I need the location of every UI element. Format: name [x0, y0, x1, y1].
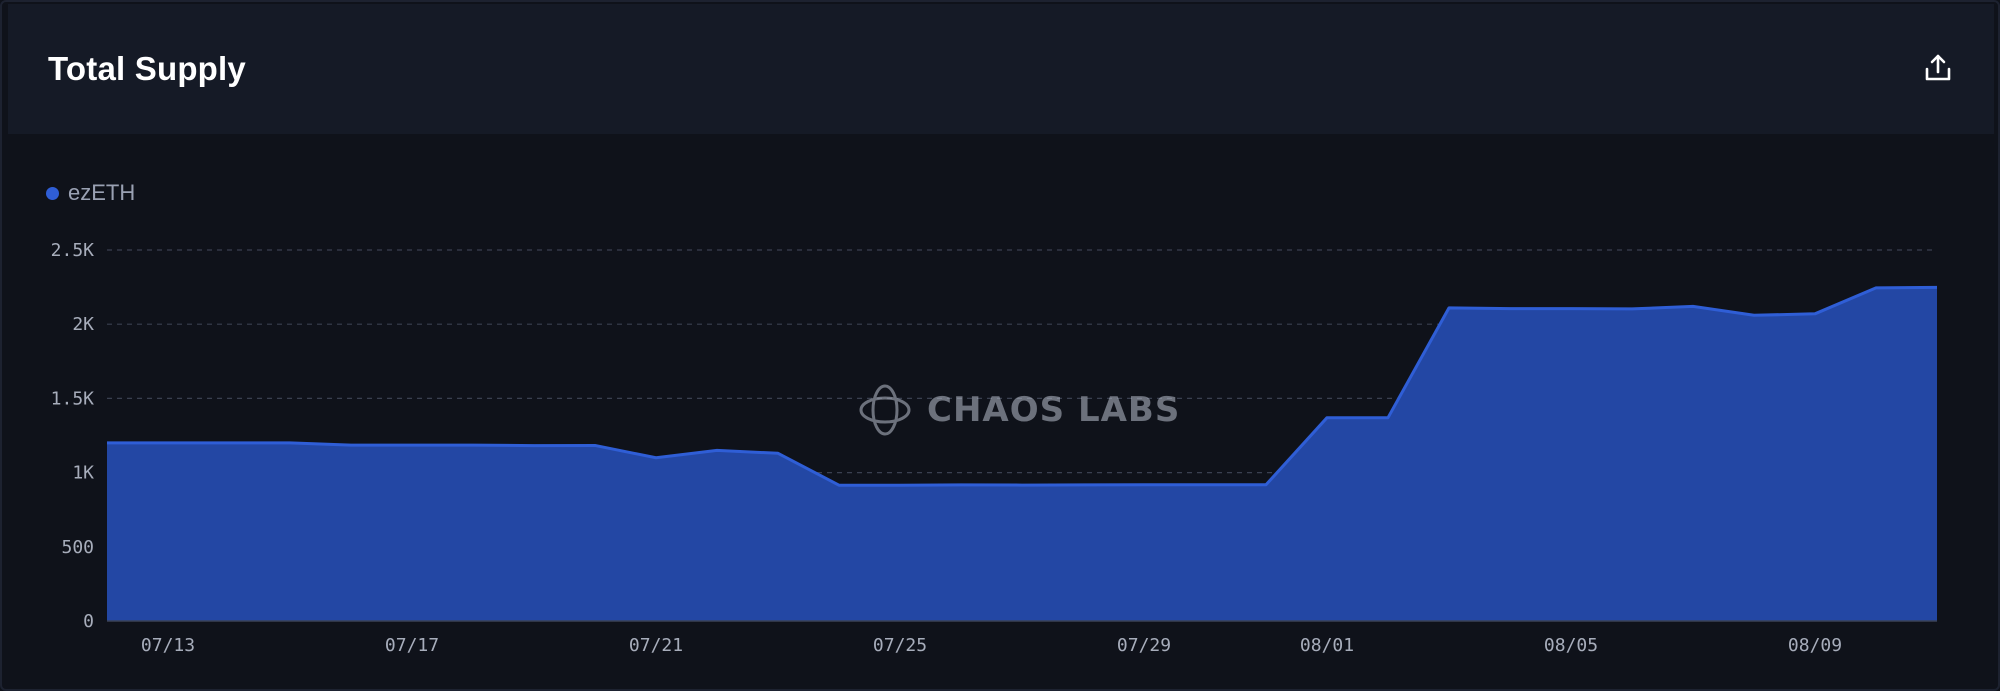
y-tick-label: 500	[61, 537, 94, 558]
y-tick-label: 2.5K	[51, 240, 95, 261]
watermark: CHAOS LABS	[857, 382, 1180, 438]
y-tick-label: 0	[83, 611, 94, 632]
x-tick-label: 07/29	[1117, 635, 1171, 656]
x-tick-label: 07/17	[385, 635, 439, 656]
y-tick-label: 2K	[72, 314, 94, 335]
area-chart: 0 500 1K 1.5K 2K 2.5K 07/13 07/17 07/21 07/25 07/2…	[51, 240, 1938, 656]
x-tick-label: 08/05	[1544, 635, 1598, 656]
chaos-labs-logo-icon	[859, 384, 911, 436]
x-tick-label: 07/13	[141, 635, 195, 656]
y-tick-label: 1K	[72, 463, 94, 484]
total-supply-card: Total Supply ezETH 0 500 1K 1.5K 2K 2.5K 07/13…	[0, 0, 2000, 691]
series-area-ezeth	[107, 287, 1937, 621]
x-tick-label: 07/21	[629, 635, 683, 656]
watermark-text: CHAOS LABS	[927, 390, 1181, 430]
x-tick-label: 07/25	[873, 635, 927, 656]
x-tick-label: 08/09	[1788, 635, 1842, 656]
x-tick-label: 08/01	[1300, 635, 1354, 656]
y-tick-label: 1.5K	[51, 388, 95, 409]
